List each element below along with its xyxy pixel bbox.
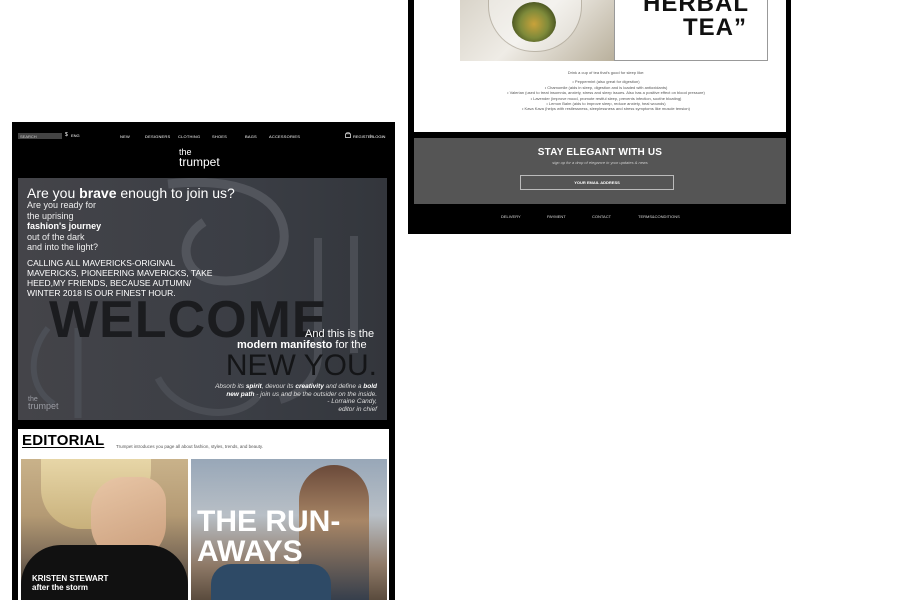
- car-shape: [211, 564, 331, 600]
- editorial-card-the-runaways[interactable]: THE RUN- AWAYS: [191, 459, 387, 600]
- hero-watermark-bottom: trumpet: [28, 401, 59, 411]
- hero-line: and into the light?: [27, 242, 99, 252]
- hero-new-you-heading: NEW YOU.: [225, 349, 377, 382]
- quote-text: Absorb its: [215, 383, 246, 390]
- editorial-card1-caption: KRISTEN STEWART after the storm: [32, 574, 108, 592]
- hero-line: the uprising: [27, 210, 74, 221]
- logo-text-bottom: trumpet: [179, 155, 220, 169]
- footer-link-contact[interactable]: CONTACT: [592, 214, 611, 219]
- quote-text: , devour its: [261, 383, 296, 390]
- editorial-card-kristen-stewart[interactable]: KRISTEN STEWART after the storm: [21, 459, 188, 600]
- nav-item-new[interactable]: NEW: [120, 134, 130, 139]
- newsletter-subtitle: sign up for a drop of elegance in your u…: [552, 160, 648, 165]
- tea-title-box: HERBAL TEA”: [614, 0, 768, 61]
- footer-link-delivery[interactable]: DELIVERY: [501, 214, 521, 219]
- hero-quote: Absorb its spirit, devour its creativity…: [207, 383, 377, 413]
- tea-list-item: • Kava Kava (helps with restlessness, sl…: [522, 106, 690, 112]
- hero-line: Are you ready for: [27, 200, 97, 210]
- footer-link-terms[interactable]: TERMS&CONDITIONS: [638, 214, 680, 219]
- hero-question-pre: Are you: [27, 185, 80, 201]
- tea-title-line2: TEA”: [683, 14, 747, 41]
- login-link[interactable]: LOGIN: [373, 134, 385, 139]
- nav-item-bags[interactable]: BAGS: [245, 134, 257, 139]
- quote-bold: spirit: [245, 383, 262, 390]
- language-selector[interactable]: ENG: [71, 133, 80, 138]
- card1-caption-line2: after the storm: [32, 582, 89, 592]
- nav-separator: |: [370, 133, 372, 138]
- footer-link-payment[interactable]: PAYMENT: [547, 214, 566, 219]
- homepage-panel: $ ENG NEW DESIGNERS CLOTHING SHOES BAGS …: [12, 122, 395, 600]
- nav-item-designers[interactable]: DESIGNERS: [145, 134, 170, 139]
- nav-item-accessories[interactable]: ACCESSORIES: [269, 134, 300, 139]
- quote-signature-role: editor in chief: [338, 405, 377, 413]
- quote-bold: creativity: [295, 383, 324, 390]
- hero-intro-lines: Are you ready for the uprising fashion's…: [27, 200, 101, 253]
- tea-intro: Drink a cup of tea that's good for sleep…: [567, 70, 645, 75]
- card2-title-line2: AWAYS: [197, 535, 303, 568]
- hero-banner: Are you brave enough to join us? Are you…: [18, 178, 387, 420]
- nav-item-clothing[interactable]: CLOTHING: [178, 134, 200, 139]
- nav-item-shoes[interactable]: SHOES: [212, 134, 227, 139]
- newsletter-page-panel: HERBAL TEA” Drink a cup of tea that's go…: [408, 0, 791, 234]
- tea-article-text: Drink a cup of tea that's good for sleep…: [420, 70, 792, 112]
- top-navigation-bar: $ ENG NEW DESIGNERS CLOTHING SHOES BAGS …: [12, 122, 395, 150]
- hero-question-post: enough to join us?: [116, 185, 235, 201]
- shopping-bag-icon[interactable]: [345, 132, 351, 138]
- newsletter-email-input[interactable]: [520, 175, 674, 190]
- hero-question-bold: brave: [79, 185, 117, 201]
- newsletter-title: STAY ELEGANT WITH US: [537, 147, 663, 158]
- hero-line: out of the dark: [27, 231, 85, 242]
- herbal-tea-photo: [460, 0, 614, 61]
- quote-text: - join us and be the outsider on the ins…: [254, 390, 377, 398]
- article-area: HERBAL TEA” Drink a cup of tea that's go…: [414, 0, 786, 132]
- card2-title-line1: THE RUN-: [197, 505, 341, 538]
- quote-text: and define a: [323, 383, 364, 390]
- editorial-card2-title: THE RUN- AWAYS: [197, 507, 340, 567]
- editorial-description: Trumpet introduces you page all about fa…: [116, 444, 264, 449]
- editorial-section: EDITORIAL Trumpet introduces you page al…: [18, 429, 389, 600]
- tea-bloom-shape: [512, 2, 556, 42]
- footer-nav: DELIVERY PAYMENT CONTACT TERMS&CONDITION…: [414, 214, 786, 224]
- currency-selector[interactable]: $: [65, 132, 68, 138]
- quote-signature-name: - Lorraine Candy,: [327, 398, 377, 406]
- editorial-title: EDITORIAL: [22, 432, 105, 449]
- search-input[interactable]: [18, 133, 62, 139]
- newsletter-section: STAY ELEGANT WITH US sign up for a drop …: [414, 138, 786, 204]
- hero-line-bold: fashion's journey: [27, 221, 102, 231]
- hero-question: Are you brave enough to join us?: [27, 185, 235, 201]
